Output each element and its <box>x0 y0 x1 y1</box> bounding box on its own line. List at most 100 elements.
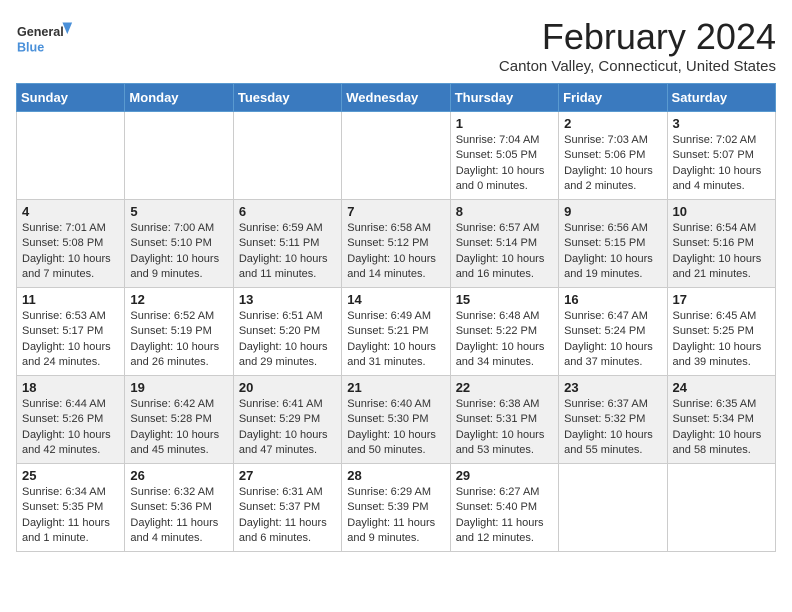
page-header: General Blue February 2024 Canton Valley,… <box>16 16 776 75</box>
calendar-week-row: 4 Sunrise: 7:01 AM Sunset: 5:08 PM Daylig… <box>17 200 776 288</box>
day-number: 22 <box>456 380 553 395</box>
calendar-cell: 18 Sunrise: 6:44 AM Sunset: 5:26 PM Dayli… <box>17 376 125 464</box>
cell-content: Sunrise: 7:00 AM Sunset: 5:10 PM Dayligh… <box>130 221 227 283</box>
calendar-cell: 3 Sunrise: 7:02 AM Sunset: 5:07 PM Daylig… <box>667 112 775 200</box>
calendar-cell: 7 Sunrise: 6:58 AM Sunset: 5:12 PM Daylig… <box>342 200 450 288</box>
calendar-cell: 12Sunrise: 6:52 AM Sunset: 5:19 PM Dayli… <box>125 288 233 376</box>
cell-content: Sunrise: 6:47 AM Sunset: 5:24 PM Dayligh… <box>564 309 661 371</box>
calendar-cell <box>233 112 341 200</box>
calendar-cell: 19 Sunrise: 6:42 AM Sunset: 5:28 PM Dayli… <box>125 376 233 464</box>
calendar-cell: 5Sunrise: 7:00 AM Sunset: 5:10 PM Daylig… <box>125 200 233 288</box>
cell-content: Sunrise: 6:48 AM Sunset: 5:22 PM Dayligh… <box>456 309 553 371</box>
calendar-cell: 26 Sunrise: 6:32 AM Sunset: 5:36 PM Dayli… <box>125 464 233 552</box>
calendar-cell: 27 Sunrise: 6:31 AM Sunset: 5:37 PM Dayli… <box>233 464 341 552</box>
day-header-thursday: Thursday <box>450 84 558 112</box>
calendar-cell: 28 Sunrise: 6:29 AM Sunset: 5:39 PM Dayli… <box>342 464 450 552</box>
day-header-friday: Friday <box>559 84 667 112</box>
cell-content: Sunrise: 6:52 AM Sunset: 5:19 PM Dayligh… <box>130 309 227 371</box>
cell-content: Sunrise: 6:32 AM Sunset: 5:36 PM Dayligh… <box>130 485 227 547</box>
day-header-saturday: Saturday <box>667 84 775 112</box>
calendar-cell: 13Sunrise: 6:51 AM Sunset: 5:20 PM Dayli… <box>233 288 341 376</box>
calendar-cell: 24 Sunrise: 6:35 AM Sunset: 5:34 PM Dayli… <box>667 376 775 464</box>
svg-text:Blue: Blue <box>17 41 44 55</box>
calendar-week-row: 11 Sunrise: 6:53 AM Sunset: 5:17 PM Dayli… <box>17 288 776 376</box>
calendar-cell <box>667 464 775 552</box>
calendar-cell: 14Sunrise: 6:49 AM Sunset: 5:21 PM Dayli… <box>342 288 450 376</box>
cell-content: Sunrise: 7:04 AM Sunset: 5:05 PM Dayligh… <box>456 133 553 195</box>
calendar-cell <box>342 112 450 200</box>
day-number: 19 <box>130 380 227 395</box>
calendar-cell <box>559 464 667 552</box>
day-number: 15 <box>456 292 553 307</box>
cell-content: Sunrise: 6:56 AM Sunset: 5:15 PM Dayligh… <box>564 221 661 283</box>
calendar-week-row: 25 Sunrise: 6:34 AM Sunset: 5:35 PM Dayli… <box>17 464 776 552</box>
day-number: 7 <box>347 204 444 219</box>
cell-content: Sunrise: 6:38 AM Sunset: 5:31 PM Dayligh… <box>456 397 553 459</box>
day-number: 26 <box>130 468 227 483</box>
calendar-cell: 4 Sunrise: 7:01 AM Sunset: 5:08 PM Daylig… <box>17 200 125 288</box>
day-number: 29 <box>456 468 553 483</box>
cell-content: Sunrise: 6:54 AM Sunset: 5:16 PM Dayligh… <box>673 221 770 283</box>
day-number: 11 <box>22 292 119 307</box>
day-number: 3 <box>673 116 770 131</box>
day-number: 28 <box>347 468 444 483</box>
cell-content: Sunrise: 6:58 AM Sunset: 5:12 PM Dayligh… <box>347 221 444 283</box>
title-area: February 2024 Canton Valley, Connecticut… <box>499 16 776 75</box>
cell-content: Sunrise: 6:53 AM Sunset: 5:17 PM Dayligh… <box>22 309 119 371</box>
calendar-cell: 23 Sunrise: 6:37 AM Sunset: 5:32 PM Dayli… <box>559 376 667 464</box>
day-number: 6 <box>239 204 336 219</box>
calendar-cell: 6 Sunrise: 6:59 AM Sunset: 5:11 PM Daylig… <box>233 200 341 288</box>
day-number: 10 <box>673 204 770 219</box>
cell-content: Sunrise: 7:03 AM Sunset: 5:06 PM Dayligh… <box>564 133 661 195</box>
calendar-cell <box>17 112 125 200</box>
day-number: 16 <box>564 292 661 307</box>
day-number: 25 <box>22 468 119 483</box>
cell-content: Sunrise: 6:29 AM Sunset: 5:39 PM Dayligh… <box>347 485 444 547</box>
day-header-monday: Monday <box>125 84 233 112</box>
cell-content: Sunrise: 6:40 AM Sunset: 5:30 PM Dayligh… <box>347 397 444 459</box>
calendar-cell: 29Sunrise: 6:27 AM Sunset: 5:40 PM Dayli… <box>450 464 558 552</box>
day-number: 23 <box>564 380 661 395</box>
day-number: 8 <box>456 204 553 219</box>
cell-content: Sunrise: 6:41 AM Sunset: 5:29 PM Dayligh… <box>239 397 336 459</box>
cell-content: Sunrise: 7:02 AM Sunset: 5:07 PM Dayligh… <box>673 133 770 195</box>
cell-content: Sunrise: 6:35 AM Sunset: 5:34 PM Dayligh… <box>673 397 770 459</box>
day-header-sunday: Sunday <box>17 84 125 112</box>
calendar-week-row: 1 Sunrise: 7:04 AM Sunset: 5:05 PM Daylig… <box>17 112 776 200</box>
calendar-cell: 16 Sunrise: 6:47 AM Sunset: 5:24 PM Dayli… <box>559 288 667 376</box>
cell-content: Sunrise: 6:37 AM Sunset: 5:32 PM Dayligh… <box>564 397 661 459</box>
calendar-cell: 20Sunrise: 6:41 AM Sunset: 5:29 PM Dayli… <box>233 376 341 464</box>
subtitle: Canton Valley, Connecticut, United State… <box>499 58 776 75</box>
calendar-cell <box>125 112 233 200</box>
logo-icon: General Blue <box>16 16 76 60</box>
day-number: 1 <box>456 116 553 131</box>
calendar-cell: 22 Sunrise: 6:38 AM Sunset: 5:31 PM Dayli… <box>450 376 558 464</box>
main-title: February 2024 <box>499 16 776 58</box>
cell-content: Sunrise: 7:01 AM Sunset: 5:08 PM Dayligh… <box>22 221 119 283</box>
day-number: 4 <box>22 204 119 219</box>
day-header-wednesday: Wednesday <box>342 84 450 112</box>
calendar-table: SundayMondayTuesdayWednesdayThursdayFrid… <box>16 83 776 552</box>
day-header-tuesday: Tuesday <box>233 84 341 112</box>
calendar-cell: 1 Sunrise: 7:04 AM Sunset: 5:05 PM Daylig… <box>450 112 558 200</box>
cell-content: Sunrise: 6:34 AM Sunset: 5:35 PM Dayligh… <box>22 485 119 547</box>
day-number: 21 <box>347 380 444 395</box>
day-number: 24 <box>673 380 770 395</box>
cell-content: Sunrise: 6:51 AM Sunset: 5:20 PM Dayligh… <box>239 309 336 371</box>
day-number: 27 <box>239 468 336 483</box>
logo: General Blue <box>16 16 76 60</box>
calendar-header-row: SundayMondayTuesdayWednesdayThursdayFrid… <box>17 84 776 112</box>
cell-content: Sunrise: 6:44 AM Sunset: 5:26 PM Dayligh… <box>22 397 119 459</box>
day-number: 17 <box>673 292 770 307</box>
calendar-cell: 11 Sunrise: 6:53 AM Sunset: 5:17 PM Dayli… <box>17 288 125 376</box>
day-number: 18 <box>22 380 119 395</box>
calendar-cell: 2Sunrise: 7:03 AM Sunset: 5:06 PM Daylig… <box>559 112 667 200</box>
cell-content: Sunrise: 6:59 AM Sunset: 5:11 PM Dayligh… <box>239 221 336 283</box>
cell-content: Sunrise: 6:31 AM Sunset: 5:37 PM Dayligh… <box>239 485 336 547</box>
svg-text:General: General <box>17 25 64 39</box>
cell-content: Sunrise: 6:49 AM Sunset: 5:21 PM Dayligh… <box>347 309 444 371</box>
cell-content: Sunrise: 6:45 AM Sunset: 5:25 PM Dayligh… <box>673 309 770 371</box>
cell-content: Sunrise: 6:42 AM Sunset: 5:28 PM Dayligh… <box>130 397 227 459</box>
day-number: 9 <box>564 204 661 219</box>
calendar-cell: 25 Sunrise: 6:34 AM Sunset: 5:35 PM Dayli… <box>17 464 125 552</box>
